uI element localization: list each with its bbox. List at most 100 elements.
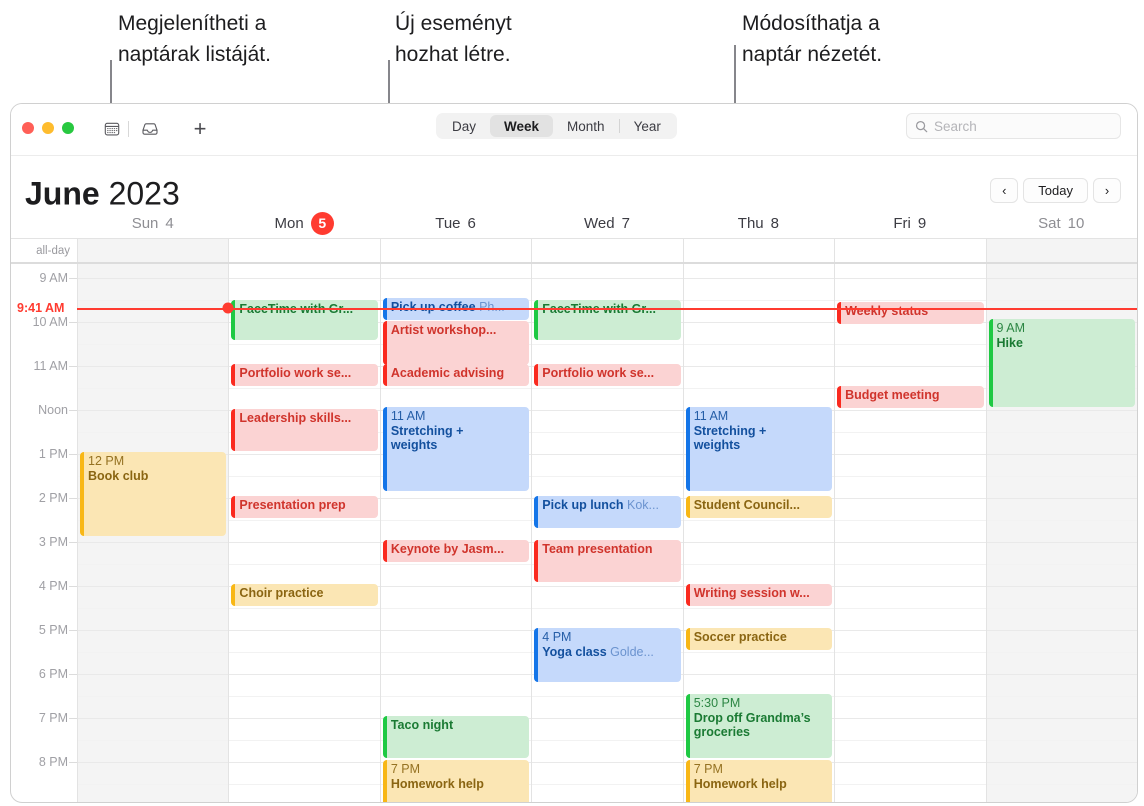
time-grid[interactable]: 9 AM 10 AM 11 AM Noon 1 PM 2 PM 3 PM 4 PM 5 PM 6 … bbox=[11, 264, 1137, 802]
calendar-event[interactable]: FaceTime with Gr... bbox=[231, 300, 378, 340]
half-hour-gridline bbox=[532, 784, 683, 785]
day-column-mon[interactable]: FaceTime with Gr... Portfolio work se... L… bbox=[228, 264, 380, 802]
day-header-tue[interactable]: Tue 6 bbox=[380, 208, 531, 238]
calendar-event[interactable]: Leadership skills... bbox=[231, 409, 378, 451]
time-label: 9 AM bbox=[39, 271, 69, 285]
tab-day[interactable]: Day bbox=[438, 115, 490, 137]
calendar-event[interactable]: 7 PM Homework help bbox=[685, 760, 833, 802]
hour-gridline bbox=[835, 762, 986, 763]
day-column-wed[interactable]: FaceTime with Gr... Portfolio work se... P… bbox=[531, 264, 683, 802]
all-day-cell-wed[interactable] bbox=[531, 238, 683, 262]
day-header-mon[interactable]: Mon 5 bbox=[228, 208, 379, 238]
calendar-event[interactable]: Keynote by Jasm... bbox=[382, 540, 530, 562]
add-event-button[interactable]: + bbox=[187, 116, 213, 142]
day-header-thu[interactable]: Thu 8 bbox=[683, 208, 834, 238]
calendar-event[interactable]: 9 AM Hike bbox=[988, 319, 1135, 407]
event-title: Homework help bbox=[693, 776, 787, 791]
day-column-thu[interactable]: 11 AM Stretching + weights Student Council… bbox=[682, 264, 835, 802]
inbox-icon[interactable] bbox=[137, 116, 163, 142]
event-time: 4 PM bbox=[542, 630, 572, 644]
all-day-cell-sun[interactable] bbox=[77, 238, 229, 262]
day-header-gutter bbox=[11, 208, 77, 238]
time-tick bbox=[69, 718, 77, 719]
calendar-event[interactable]: 4 PM Yoga class Golde... bbox=[534, 628, 681, 682]
hour-gridline bbox=[835, 674, 986, 675]
day-header-sat[interactable]: Sat 10 bbox=[986, 208, 1137, 238]
hour-gridline bbox=[835, 278, 986, 279]
calendar-event[interactable]: Soccer practice bbox=[685, 628, 833, 650]
date-header-bar: June 2023 ‹ Today › bbox=[11, 156, 1137, 212]
current-time-dot bbox=[222, 302, 234, 314]
calendar-event[interactable]: FaceTime with Gr... bbox=[534, 300, 681, 340]
event-color-bar bbox=[534, 300, 539, 340]
calendar-event[interactable]: 12 PM Book club bbox=[80, 452, 227, 536]
time-label: 4 PM bbox=[38, 579, 68, 593]
half-hour-gridline bbox=[229, 388, 380, 389]
all-day-cell-thu[interactable] bbox=[682, 238, 835, 262]
calendar-event[interactable]: Choir practice bbox=[231, 584, 378, 606]
day-column-sun[interactable]: 12 PM Book club bbox=[77, 264, 229, 802]
day-header-fri[interactable]: Fri 9 bbox=[834, 208, 985, 238]
hour-gridline bbox=[380, 630, 532, 631]
tab-week[interactable]: Week bbox=[490, 115, 554, 137]
calendar-event[interactable]: 11 AM Stretching + weights bbox=[685, 407, 833, 491]
calendar-event[interactable]: Artist workshop... bbox=[382, 321, 530, 365]
day-header-sun[interactable]: Sun 4 bbox=[77, 208, 228, 238]
day-column-fri[interactable]: Weekly status Budget meeting bbox=[834, 264, 986, 802]
event-color-bar bbox=[837, 386, 842, 408]
previous-week-button[interactable]: ‹ bbox=[990, 178, 1019, 203]
calendar-event[interactable]: 7 PM Homework help bbox=[382, 760, 530, 802]
all-day-cell-mon[interactable] bbox=[228, 238, 380, 262]
calendar-event[interactable]: 5:30 PM Drop off Grandma’s groceries bbox=[685, 694, 833, 758]
today-button[interactable]: Today bbox=[1023, 178, 1088, 203]
day-header-tue-num: 6 bbox=[467, 214, 476, 232]
time-tick bbox=[69, 586, 77, 587]
calendar-event[interactable]: Presentation prep bbox=[231, 496, 378, 518]
calendar-event[interactable]: Pick up lunch Kok... bbox=[534, 496, 681, 528]
calendar-list-icon[interactable] bbox=[99, 116, 125, 142]
calendar-event[interactable]: Writing session w... bbox=[685, 584, 833, 606]
event-color-bar bbox=[80, 452, 84, 536]
all-day-cell-tue[interactable] bbox=[379, 238, 532, 262]
calendar-event[interactable]: Taco night bbox=[382, 716, 530, 758]
time-label: 6 PM bbox=[38, 667, 68, 681]
search-field[interactable]: Search bbox=[906, 113, 1121, 139]
half-hour-gridline bbox=[835, 344, 986, 345]
hour-gridline bbox=[78, 410, 229, 411]
day-header-tue-name: Tue bbox=[435, 214, 461, 232]
day-column-sat[interactable]: 9 AM Hike bbox=[985, 264, 1137, 802]
half-hour-gridline bbox=[986, 432, 1137, 433]
calendar-window: + Day Week Month Year Search June 2023 ‹… bbox=[10, 103, 1138, 803]
tab-year[interactable]: Year bbox=[620, 115, 675, 137]
minimize-button[interactable] bbox=[42, 122, 54, 134]
maximize-button[interactable] bbox=[62, 122, 74, 134]
calendar-event[interactable]: Budget meeting bbox=[837, 386, 984, 408]
calendar-event[interactable]: Weekly status bbox=[837, 302, 984, 324]
half-hour-gridline bbox=[835, 652, 986, 653]
calendar-event[interactable]: Portfolio work se... bbox=[534, 364, 681, 386]
hour-gridline bbox=[835, 454, 986, 455]
day-header-wed[interactable]: Wed 7 bbox=[531, 208, 682, 238]
half-hour-gridline bbox=[835, 300, 986, 301]
half-hour-gridline bbox=[229, 740, 380, 741]
tab-month[interactable]: Month bbox=[553, 115, 619, 137]
hour-gridline bbox=[229, 278, 380, 279]
day-header-sun-name: Sun bbox=[131, 214, 159, 232]
day-column-tue[interactable]: Pick up coffee Ph... Artist workshop... Ac… bbox=[379, 264, 532, 802]
all-day-cell-fri[interactable] bbox=[834, 238, 986, 262]
half-hour-gridline bbox=[229, 696, 380, 697]
close-button[interactable] bbox=[22, 122, 34, 134]
calendar-event[interactable]: 11 AM Stretching + weights bbox=[382, 407, 530, 491]
calendar-event[interactable]: Team presentation bbox=[534, 540, 681, 582]
calendar-event[interactable]: Portfolio work se... bbox=[231, 364, 378, 386]
calendar-event[interactable]: Student Council... bbox=[685, 496, 833, 518]
time-gutter: 9 AM 10 AM 11 AM Noon 1 PM 2 PM 3 PM 4 PM 5 PM 6 … bbox=[11, 264, 77, 802]
next-week-button[interactable]: › bbox=[1093, 178, 1121, 203]
half-hour-gridline bbox=[835, 520, 986, 521]
half-hour-gridline bbox=[683, 652, 835, 653]
event-title: Book club bbox=[88, 468, 149, 483]
view-segmented-control[interactable]: Day Week Month Year bbox=[436, 113, 677, 139]
half-hour-gridline bbox=[835, 608, 986, 609]
all-day-cell-sat[interactable] bbox=[985, 238, 1137, 262]
calendar-event[interactable]: Academic advising bbox=[382, 364, 530, 386]
